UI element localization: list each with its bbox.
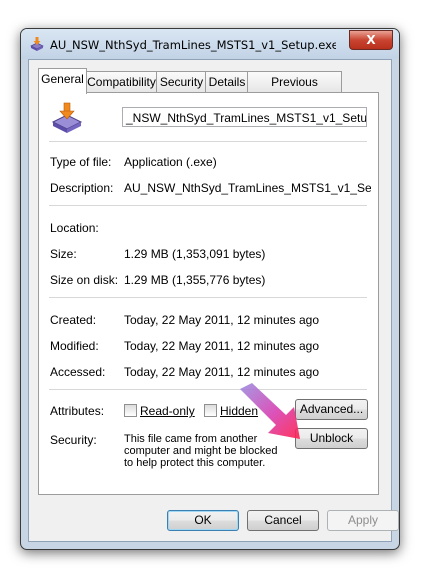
installer-file-icon (51, 102, 83, 133)
description-label: Description: (50, 181, 114, 195)
installer-icon (30, 37, 44, 51)
size-on-disk-value: 1.29 MB (1,355,776 bytes) (124, 273, 266, 287)
title-bar[interactable]: AU_NSW_NthSyd_TramLines_MSTS1_v1_Setup.e… (21, 29, 399, 59)
file-name-field[interactable]: _NSW_NthSyd_TramLines_MSTS1_v1_Setup.exe (122, 107, 367, 127)
security-label: Security: (50, 433, 97, 447)
separator (49, 297, 367, 298)
modified-value: Today, 22 May 2011, 12 minutes ago (124, 339, 320, 353)
cancel-button[interactable]: Cancel (247, 510, 319, 531)
created-label: Created: (50, 313, 97, 327)
size-value: 1.29 MB (1,353,091 bytes) (124, 247, 266, 261)
attributes-label: Attributes: (50, 404, 105, 418)
general-panel: _NSW_NthSyd_TramLines_MSTS1_v1_Setup.exe… (38, 92, 379, 495)
dialog-client: General Compatibility Security Details P… (28, 59, 399, 542)
close-button[interactable]: X (349, 30, 393, 50)
type-of-file-label: Type of file: (50, 155, 112, 169)
tab-compatibility[interactable]: Compatibility (85, 71, 158, 92)
separator (49, 205, 367, 206)
created-value: Today, 22 May 2011, 12 minutes ago (124, 313, 320, 327)
readonly-checkbox[interactable] (124, 404, 137, 417)
size-label: Size: (50, 247, 77, 261)
modified-label: Modified: (50, 339, 99, 353)
separator (49, 389, 367, 390)
tab-security[interactable]: Security (156, 71, 207, 92)
type-of-file-value: Application (.exe) (124, 155, 217, 169)
size-on-disk-label: Size on disk: (50, 273, 119, 287)
tab-previous-versions[interactable]: Previous Versions (247, 71, 342, 109)
apply-button[interactable]: Apply (327, 510, 399, 531)
ok-button[interactable]: OK (167, 510, 239, 531)
location-label: Location: (50, 221, 99, 235)
readonly-label[interactable]: Read-only (140, 404, 195, 418)
pointer-arrow-icon (240, 383, 300, 439)
accessed-value: Today, 22 May 2011, 12 minutes ago (124, 365, 320, 379)
window-title: AU_NSW_NthSyd_TramLines_MSTS1_v1_Setup.e… (50, 38, 336, 52)
accessed-label: Accessed: (50, 365, 106, 379)
hidden-checkbox[interactable] (204, 404, 217, 417)
separator (49, 141, 367, 142)
description-value: AU_NSW_NthSyd_TramLines_MSTS1_v1_Setup.e (124, 181, 371, 195)
tab-general[interactable]: General (38, 68, 87, 94)
properties-window: AU_NSW_NthSyd_TramLines_MSTS1_v1_Setup.e… (20, 28, 400, 550)
tab-details[interactable]: Details (205, 71, 249, 92)
